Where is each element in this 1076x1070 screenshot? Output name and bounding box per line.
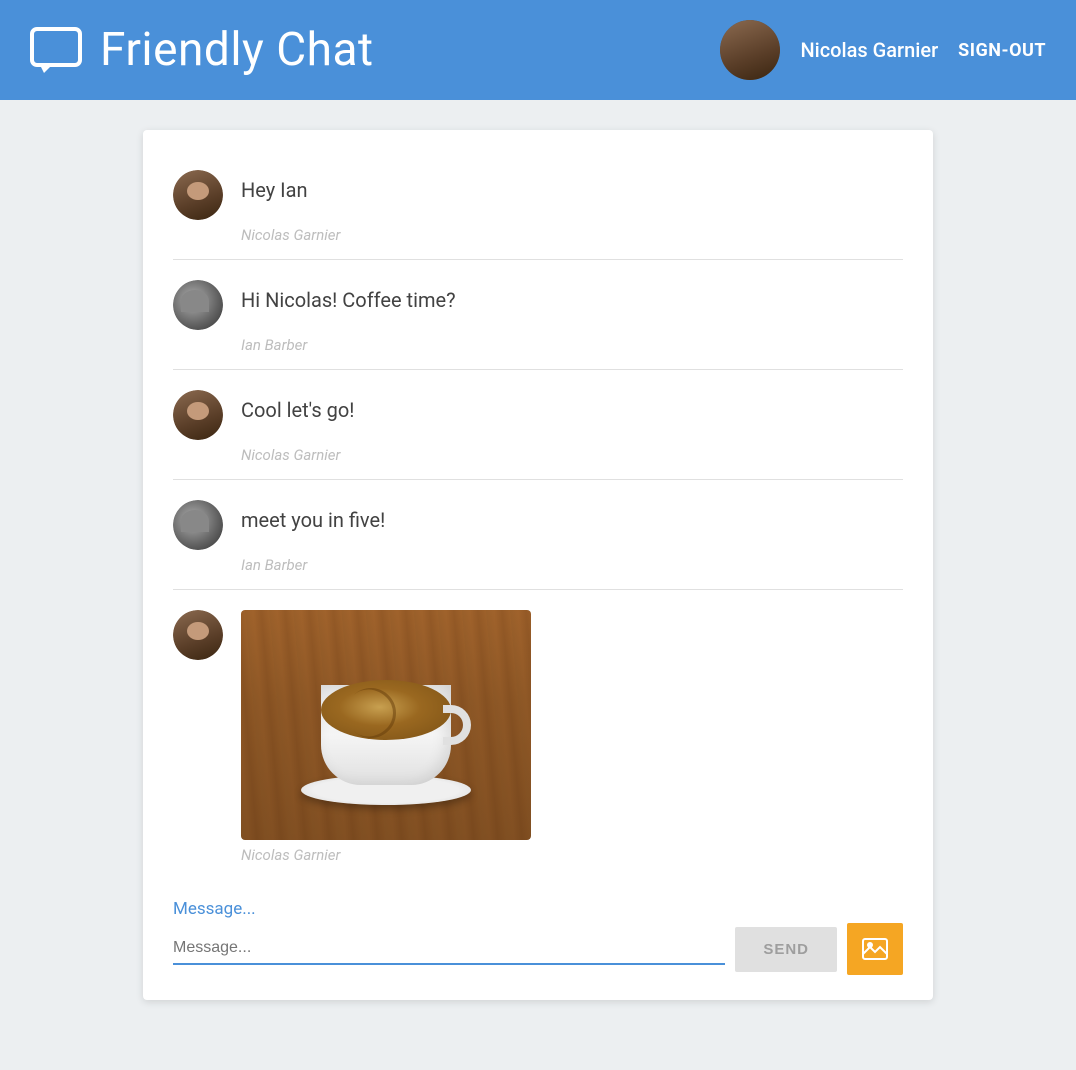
message-text: meet you in five! (241, 500, 385, 534)
header-left: Friendly Chat (30, 23, 374, 77)
chat-container: Hey Ian Nicolas Garnier Hi Nicolas! Coff… (143, 130, 933, 1000)
cup-handle (443, 705, 471, 745)
ian-avatar (173, 280, 223, 330)
nicolas-avatar (173, 610, 223, 660)
message-text: Cool let's go! (241, 390, 354, 424)
coffee-swirl (336, 678, 407, 749)
message-text: Hey Ian (241, 170, 308, 204)
messages-list: Hey Ian Nicolas Garnier Hi Nicolas! Coff… (143, 130, 933, 889)
message-item: Hi Nicolas! Coffee time? Ian Barber (173, 260, 903, 370)
nicolas-avatar (173, 390, 223, 440)
app-header: Friendly Chat Nicolas Garnier SIGN-OUT (0, 0, 1076, 100)
message-row (173, 610, 903, 840)
nicolas-avatar (173, 170, 223, 220)
user-avatar (720, 20, 780, 80)
message-item: Nicolas Garnier (173, 590, 903, 879)
message-author: Nicolas Garnier (173, 846, 903, 864)
input-area: Message... SEND (143, 889, 933, 1000)
header-right: Nicolas Garnier SIGN-OUT (720, 20, 1046, 80)
message-row: meet you in five! (173, 500, 903, 550)
message-input-label: Message... (173, 899, 903, 919)
message-row: Cool let's go! (173, 390, 903, 440)
signout-button[interactable]: SIGN-OUT (958, 40, 1046, 61)
avatar (173, 390, 223, 440)
message-item: Cool let's go! Nicolas Garnier (173, 370, 903, 480)
avatar-image (720, 20, 780, 80)
message-author: Ian Barber (173, 336, 903, 354)
input-row: SEND (173, 923, 903, 975)
message-row: Hi Nicolas! Coffee time? (173, 280, 903, 330)
ian-avatar (173, 500, 223, 550)
username-label: Nicolas Garnier (800, 38, 938, 62)
message-row: Hey Ian (173, 170, 903, 220)
chat-icon (30, 27, 82, 73)
main-content: Hey Ian Nicolas Garnier Hi Nicolas! Coff… (0, 130, 1076, 1000)
message-input[interactable] (173, 933, 725, 965)
image-upload-button[interactable] (847, 923, 903, 975)
message-author: Ian Barber (173, 556, 903, 574)
cup (321, 685, 451, 785)
message-author: Nicolas Garnier (173, 226, 903, 244)
coffee-surface (321, 680, 451, 740)
message-item: meet you in five! Ian Barber (173, 480, 903, 590)
avatar (173, 500, 223, 550)
message-text: Hi Nicolas! Coffee time? (241, 280, 456, 314)
avatar (173, 280, 223, 330)
send-button[interactable]: SEND (735, 927, 837, 972)
message-author: Nicolas Garnier (173, 446, 903, 464)
avatar (173, 610, 223, 660)
coffee-cup (296, 635, 476, 815)
avatar (173, 170, 223, 220)
message-item: Hey Ian Nicolas Garnier (173, 150, 903, 260)
app-title: Friendly Chat (100, 23, 374, 77)
coffee-image (241, 610, 531, 840)
image-icon (862, 938, 888, 960)
